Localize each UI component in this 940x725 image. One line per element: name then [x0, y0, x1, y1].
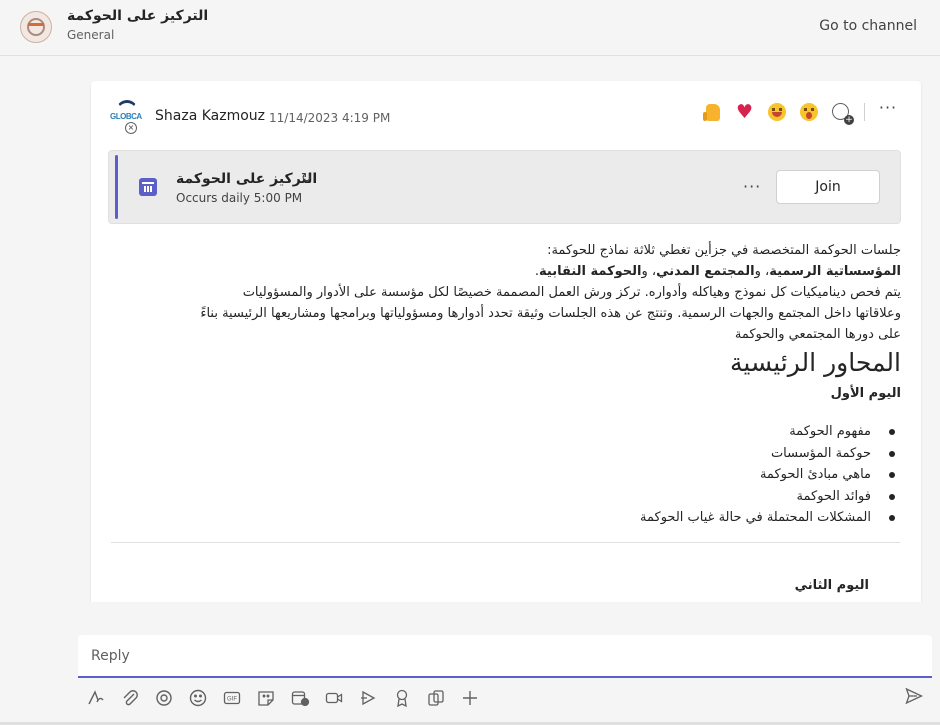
meeting-accent-bar — [115, 155, 118, 219]
list-item: حوكمة المؤسسات — [108, 443, 901, 465]
meeting-card: التركيز على الحوكمة ↻ Occurs daily 5:00 … — [108, 150, 901, 224]
chat-header: التركيز على الحوكمة General Go to channe… — [0, 0, 940, 56]
go-to-channel-link[interactable]: Go to channel — [819, 18, 917, 34]
body-line-1: جلسات الحوكمة المتخصصة في جزأين تغطي ثلا… — [547, 243, 901, 258]
connector-2: ، و — [641, 264, 657, 279]
list-item: مفهوم الحوكمة — [108, 421, 901, 443]
body-line-4: وعلاقاتها داخل المجتمع والجهات الرسمية. … — [200, 306, 901, 321]
heart-emoji[interactable]: ♥ — [734, 101, 756, 123]
list-item: ماهي مبادئ الحوكمة — [108, 464, 901, 486]
post-timestamp: 11/14/2023 4:19 PM — [269, 111, 391, 125]
emoji-icon[interactable] — [186, 686, 210, 710]
reply-input[interactable]: Reply — [78, 635, 932, 678]
list-item: المشكلات المحتملة في حالة غياب الحوكمة — [108, 507, 901, 529]
post-author[interactable]: Shaza Kazmouz — [155, 108, 265, 124]
join-button[interactable]: Join — [776, 170, 880, 204]
like-emoji[interactable] — [702, 101, 724, 123]
connector-1: ، و — [754, 264, 770, 279]
more-options-icon[interactable]: ··· — [877, 100, 899, 123]
calendar-icon — [139, 178, 157, 196]
gif-icon[interactable]: GIF — [220, 686, 244, 710]
section-heading: المحاور الرئيسية — [730, 348, 901, 377]
day-one-label: اليوم الأول — [830, 386, 901, 401]
add-icon[interactable] — [458, 686, 482, 710]
schedule-meeting-icon[interactable] — [288, 686, 312, 710]
sticker-icon[interactable] — [254, 686, 278, 710]
recurring-icon: ↻ — [301, 171, 312, 186]
compose-toolbar: GIF — [78, 684, 932, 712]
day-two-label: اليوم الثاني — [794, 578, 869, 593]
channel-avatar[interactable] — [20, 11, 52, 43]
attach-icon[interactable] — [118, 686, 142, 710]
author-avatar[interactable]: GLOBCA × — [110, 100, 144, 134]
stream-icon[interactable] — [356, 686, 380, 710]
channel-title[interactable]: التركيز على الحوكمة — [67, 8, 208, 24]
channel-subtitle: General — [67, 28, 115, 42]
body-line-3: يتم فحص ديناميكيات كل نموذج وهياكله وأدو… — [242, 285, 901, 300]
list-item: فوائد الحوكمة — [108, 486, 901, 508]
avatar-band — [28, 23, 44, 26]
post-card: GLOBCA × Shaza Kazmouz 11/14/2023 4:19 P… — [91, 81, 921, 602]
meeting-schedule: Occurs daily 5:00 PM — [176, 191, 303, 205]
reaction-divider — [864, 103, 865, 121]
section-divider — [111, 542, 900, 543]
surprised-emoji[interactable] — [798, 101, 820, 123]
laugh-emoji[interactable] — [766, 101, 788, 123]
body-line-2: المؤسساتية الرسمية، والمجتمع المدني، وال… — [108, 261, 901, 282]
bold-civil-society: المجتمع المدني — [656, 264, 755, 279]
day-one-list: مفهوم الحوكمة حوكمة المؤسسات ماهي مبادئ … — [108, 421, 901, 529]
logo-text: GLOBCA — [110, 112, 142, 121]
meeting-title[interactable]: التركيز على الحوكمة — [176, 171, 317, 187]
apps-icon[interactable] — [424, 686, 448, 710]
send-icon[interactable] — [904, 686, 928, 710]
loop-icon[interactable] — [152, 686, 176, 710]
message-scroll-area[interactable]: GLOBCA × Shaza Kazmouz 11/14/2023 4:19 P… — [0, 57, 940, 602]
avatar-ring — [27, 18, 45, 36]
body-line-5: على دورها المجتمعي والحوكمة — [734, 327, 901, 342]
meeting-more-icon[interactable]: ··· — [743, 177, 761, 196]
add-reaction-icon[interactable] — [830, 101, 854, 125]
bold-institutional: المؤسساتية الرسمية — [769, 264, 901, 279]
bold-union-governance: الحوكمة النقابية — [539, 264, 642, 279]
video-clip-icon[interactable] — [322, 686, 346, 710]
reply-placeholder: Reply — [91, 648, 130, 664]
post-body: جلسات الحوكمة المتخصصة في جزأين تغطي ثلا… — [108, 240, 901, 345]
status-badge-icon: × — [125, 122, 137, 134]
reaction-bar: ♥ ··· — [702, 100, 899, 125]
praise-icon[interactable] — [390, 686, 414, 710]
format-icon[interactable] — [84, 686, 108, 710]
svg-text:GIF: GIF — [227, 697, 237, 703]
